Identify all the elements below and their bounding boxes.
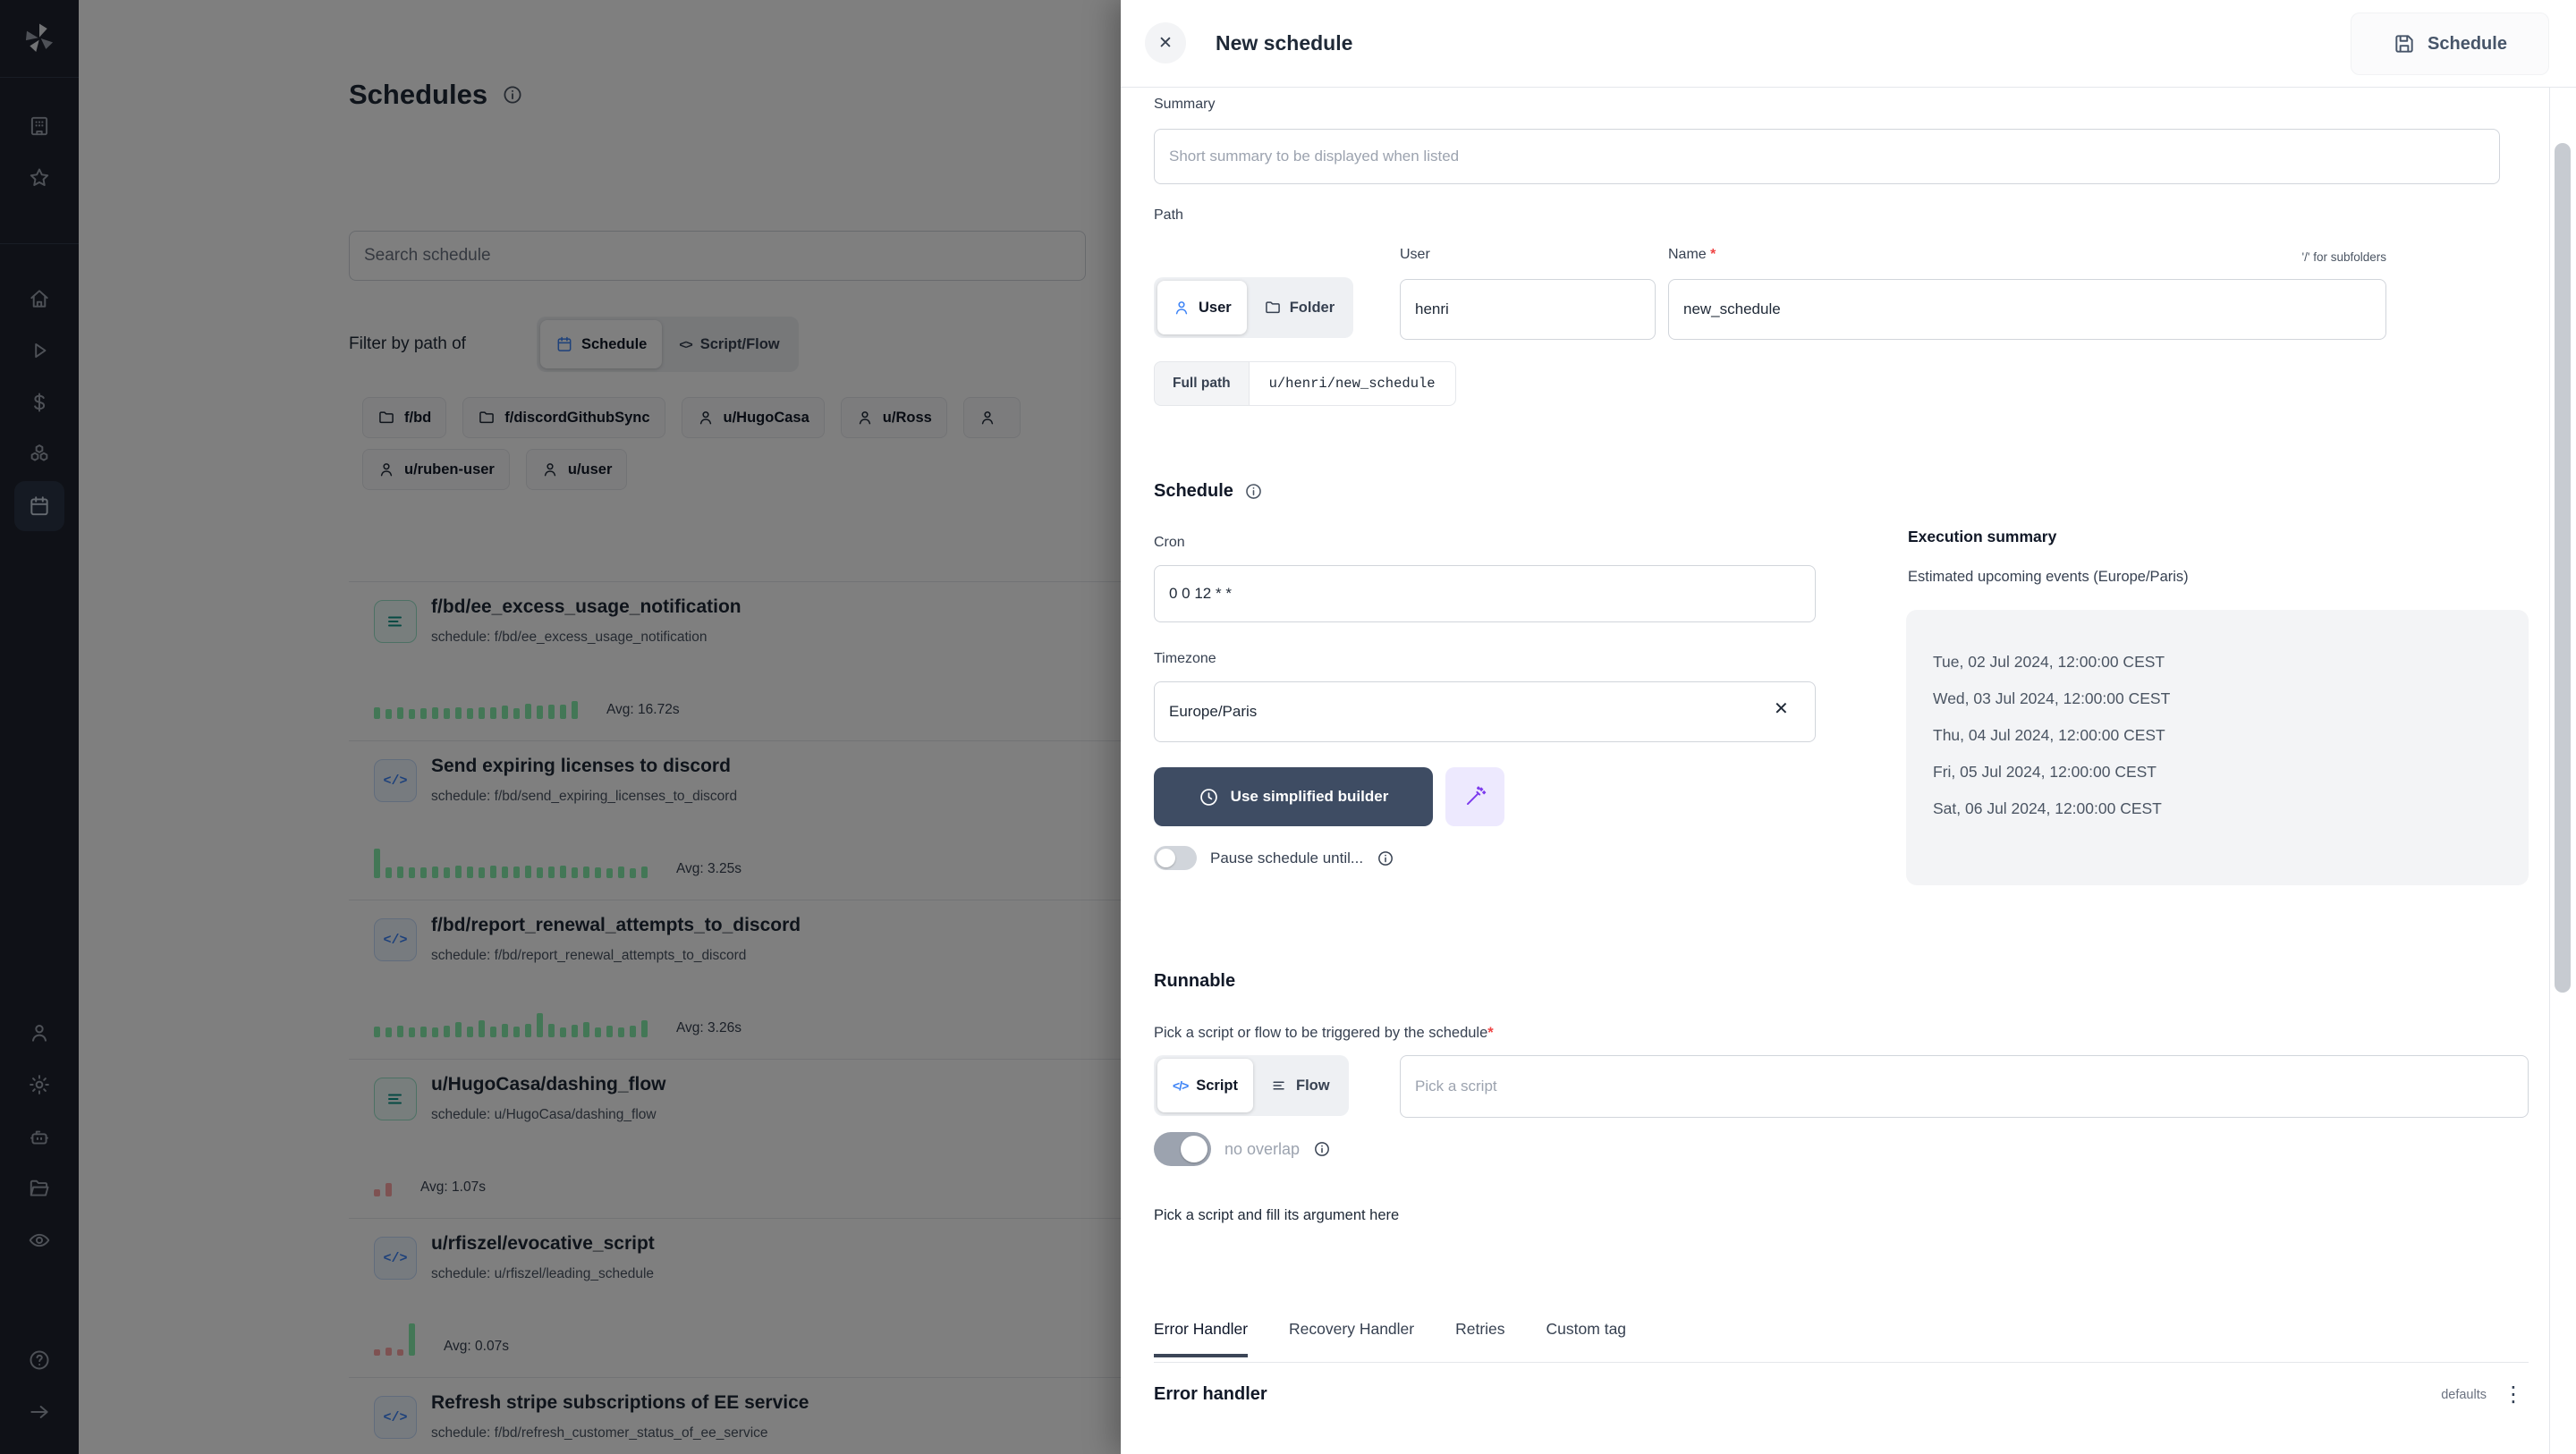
schedule-section-heading: Schedule (1154, 481, 1263, 502)
name-input[interactable] (1668, 279, 2386, 340)
tab-custom-tag[interactable]: Custom tag (1546, 1320, 1626, 1357)
name-label: Name * (1668, 247, 1716, 262)
cron-input[interactable] (1154, 565, 1816, 622)
user-icon (1173, 299, 1191, 317)
runnable-section-heading: Runnable (1154, 971, 1236, 991)
full-path-row: Full path u/henri/new_schedule (1154, 361, 1456, 406)
upcoming-event: Thu, 04 Jul 2024, 12:00:00 CEST (1933, 726, 2165, 744)
info-icon[interactable] (1377, 850, 1394, 867)
save-icon (2393, 32, 2416, 55)
error-handler-actions: defaults ⋮ (2441, 1384, 2524, 1406)
full-path-label: Full path (1154, 361, 1250, 406)
subfolder-hint: '/' for subfolders (2301, 250, 2386, 264)
info-icon[interactable] (1244, 482, 1263, 501)
tab-error-handler[interactable]: Error Handler (1154, 1320, 1249, 1357)
toggle-option-folder[interactable]: Folder (1249, 281, 1350, 334)
schedule-submit-button[interactable]: Schedule (2351, 13, 2549, 75)
toggle-option-label: User (1199, 299, 1232, 316)
fill-argument-hint: Pick a script and fill its argument here (1154, 1207, 1400, 1223)
upcoming-event: Tue, 02 Jul 2024, 12:00:00 CEST (1933, 653, 2165, 671)
summary-input[interactable] (1154, 129, 2500, 184)
ai-wand-button[interactable] (1445, 767, 1504, 826)
cron-label: Cron (1154, 535, 1185, 550)
clear-timezone-icon[interactable]: ✕ (1774, 697, 1789, 720)
close-icon[interactable]: ✕ (1145, 22, 1186, 63)
full-path-value: u/henri/new_schedule (1249, 361, 1456, 406)
toggle-option-user[interactable]: User (1157, 281, 1247, 334)
required-asterisk: * (1710, 247, 1716, 262)
defaults-label: defaults (2441, 1388, 2487, 1402)
execution-summary-subheading: Estimated upcoming events (Europe/Paris) (1908, 569, 2189, 585)
user-label: User (1400, 247, 1430, 262)
tabs-divider (1154, 1362, 2529, 1363)
folder-icon (1264, 299, 1282, 317)
kebab-menu-icon[interactable]: ⋮ (2503, 1384, 2524, 1406)
upcoming-event: Fri, 05 Jul 2024, 12:00:00 CEST (1933, 763, 2157, 781)
tab-retries[interactable]: Retries (1455, 1320, 1504, 1357)
upcoming-event: Wed, 03 Jul 2024, 12:00:00 CEST (1933, 689, 2171, 707)
scrollbar-thumb[interactable] (2555, 143, 2571, 993)
pause-schedule-row: Pause schedule until... (1154, 846, 1394, 870)
clock-icon (1199, 787, 1219, 807)
toggle-option-label: Flow (1296, 1077, 1330, 1094)
pick-script-input[interactable] (1400, 1055, 2529, 1118)
builder-button-label: Use simplified builder (1230, 788, 1389, 805)
no-overlap-toggle[interactable] (1154, 1132, 1211, 1166)
app-window: Schedules Filter by path of Schedule<>Sc… (0, 0, 2576, 1454)
new-schedule-drawer: ✕ New schedule Schedule Summary Path Use… (1121, 0, 2576, 1454)
toggle-option-label: Script (1196, 1077, 1239, 1094)
pause-schedule-toggle[interactable] (1154, 846, 1197, 870)
runnable-kind-toggle: </> Script Flow (1154, 1055, 1349, 1116)
tab-recovery-handler[interactable]: Recovery Handler (1289, 1320, 1414, 1357)
drawer-title: New schedule (1216, 31, 1353, 55)
execution-summary-heading: Execution summary (1908, 528, 2057, 545)
path-label: Path (1154, 207, 1183, 223)
pause-schedule-label: Pause schedule until... (1210, 849, 1364, 866)
upcoming-events-box: Tue, 02 Jul 2024, 12:00:00 CEST Wed, 03 J… (1906, 610, 2529, 885)
pick-runnable-label: Pick a script or flow to be triggered by… (1154, 1025, 1494, 1041)
handler-tabs: Error Handler Recovery Handler Retries Cust… (1154, 1320, 1626, 1357)
submit-label: Schedule (2428, 33, 2507, 54)
error-handler-heading: Error handler (1154, 1384, 1267, 1404)
timezone-label: Timezone (1154, 651, 1216, 666)
owner-kind-toggle: User Folder (1154, 277, 1354, 338)
code-icon: </> (1173, 1078, 1189, 1093)
required-asterisk: * (1487, 1025, 1494, 1041)
simplified-builder-button[interactable]: Use simplified builder (1154, 767, 1433, 826)
toggle-option-label: Folder (1289, 299, 1335, 316)
wand-icon (1463, 785, 1487, 808)
lines-icon (1270, 1077, 1288, 1095)
no-overlap-row: no overlap (1154, 1132, 1331, 1166)
toggle-option-flow[interactable]: Flow (1255, 1059, 1345, 1112)
upcoming-event: Sat, 06 Jul 2024, 12:00:00 CEST (1933, 799, 2162, 817)
user-input[interactable] (1400, 279, 1656, 340)
no-overlap-label: no overlap (1224, 1139, 1301, 1158)
drawer-header: ✕ New schedule Schedule (1121, 0, 2576, 88)
scrollbar-track (2549, 87, 2550, 1454)
toggle-option-script[interactable]: </> Script (1157, 1059, 1254, 1112)
summary-label: Summary (1154, 97, 1216, 112)
info-icon[interactable] (1313, 1140, 1331, 1158)
timezone-input[interactable] (1154, 681, 1816, 742)
